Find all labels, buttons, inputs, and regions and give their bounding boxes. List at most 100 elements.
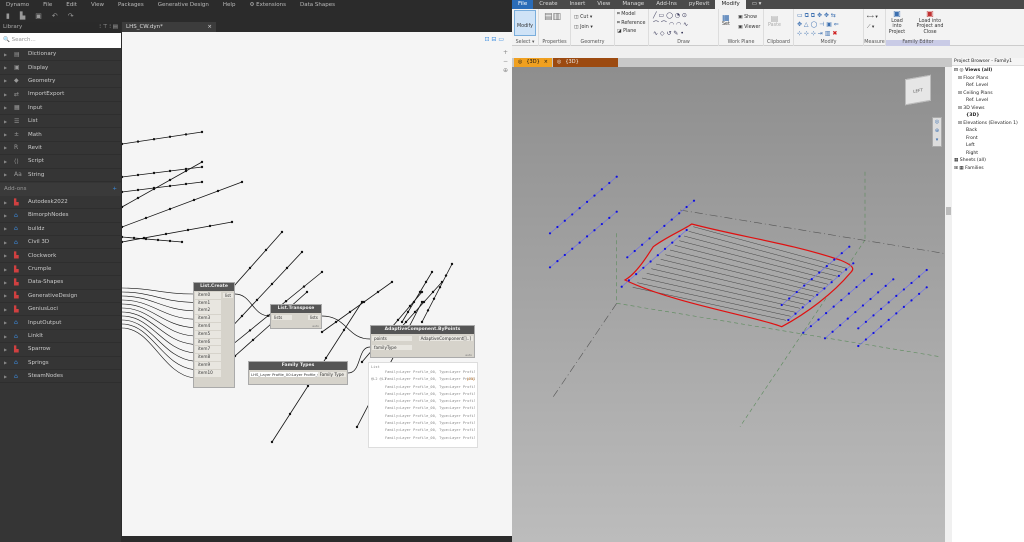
addon-package[interactable]: ▶ ▙ Autodesk2022 (0, 196, 121, 210)
addon-package[interactable]: ▶ ▙ Crumple (0, 263, 121, 277)
output-port[interactable]: Family Type (317, 372, 346, 377)
addon-package[interactable]: ▶ ⌂ Springs (0, 357, 121, 370)
modify-tools[interactable]: ▭ ⧉ ⧉ ✥ ✥ ⇆ ✥ △ ◯ ⊣ ▣ ⇐ ⊹ ⊹ ⊹ ⇥ ▥ ✖ (797, 11, 839, 38)
library-category[interactable]: ▶ ◆ Geometry (0, 75, 121, 89)
browser-item[interactable]: Left (954, 142, 1022, 150)
addon-package[interactable]: ▶ ⌂ buildz (0, 223, 121, 237)
navigation-bar[interactable]: ◎ ⊕ ▾ (932, 117, 942, 147)
input-port-points[interactable]: points (372, 336, 412, 341)
input-port[interactable]: item6 (195, 338, 221, 346)
zoom-out-icon[interactable]: − (503, 57, 508, 66)
ribbon-tab[interactable]: Insert (564, 0, 592, 9)
modify-button[interactable]: Modify (514, 10, 536, 36)
cut-button[interactable]: ◫ Cut ▾ (574, 15, 592, 20)
ribbon-tab[interactable]: View (591, 0, 616, 9)
node-adaptive-component-bypoints[interactable]: AdaptiveComponent.ByPoints points family… (370, 325, 475, 358)
browser-item[interactable]: ⊟ Floor Plans (954, 75, 1022, 83)
addon-package[interactable]: ▶ ▙ Data-Shapes (0, 276, 121, 290)
zoom-in-icon[interactable]: + (503, 48, 508, 57)
addon-package[interactable]: ▶ ⌂ SteamNodes (0, 370, 121, 384)
input-port[interactable]: item0 (195, 291, 221, 299)
view-toggle-icons[interactable]: ⊡ ⊟ ▭ (484, 36, 504, 43)
redo-icon[interactable]: ↷ (68, 12, 74, 20)
input-port[interactable]: item5 (195, 330, 221, 338)
menu-item[interactable]: Edit (60, 0, 85, 10)
browser-item[interactable]: ⊟ ◎ Views (all) (954, 67, 1022, 75)
node-list-transpose[interactable]: List.Transpose lists lists auto (270, 304, 322, 329)
plane-button[interactable]: ◪ Plane (617, 29, 636, 34)
menu-item[interactable]: Help (217, 0, 244, 10)
menu-item[interactable]: View (85, 0, 112, 10)
node-list-create[interactable]: List.Create item0 item1 item2 item3 item4 ite… (193, 282, 235, 388)
fit-view-icon[interactable]: ⊕ (503, 66, 508, 75)
library-category[interactable]: ▶ ▣ Display (0, 61, 121, 75)
menu-item[interactable]: Packages (112, 0, 152, 10)
ribbon-tab[interactable]: ▭ ▾ (746, 0, 768, 9)
addon-package[interactable]: ▶ ⌂ Civil 3D (0, 236, 121, 250)
addon-package[interactable]: ▶ ⌂ LinkIt (0, 330, 121, 344)
browser-item[interactable]: Ref. Level (954, 82, 1022, 90)
browser-item[interactable]: ⊞ ▦ Families (954, 165, 1022, 173)
viewport-scrollbar[interactable] (945, 67, 952, 542)
load-into-project-and-close-button[interactable]: ▣ Load into Project and Close (910, 10, 950, 35)
menu-item[interactable]: Data Shapes (294, 0, 343, 10)
close-icon[interactable]: × (544, 59, 548, 66)
menu-item[interactable]: ⚙ Extensions (243, 0, 294, 10)
paste-button[interactable]: ▤ Paste (768, 14, 781, 28)
new-file-icon[interactable]: ▮ (6, 12, 10, 20)
addon-package[interactable]: ▶ ▙ GeniusLoci (0, 303, 121, 317)
input-port[interactable]: item2 (195, 307, 221, 315)
addon-package[interactable]: ▶ ⌂ BimorphNodes (0, 209, 121, 223)
input-port[interactable]: item8 (195, 354, 221, 362)
3d-viewport[interactable]: LEFT ◎ ⊕ ▾ (512, 67, 945, 542)
input-port-familytype[interactable]: familyType (372, 345, 412, 350)
reference-line-button[interactable]: ⌗ Reference (617, 20, 645, 26)
browser-item[interactable]: ⊟ 3D Views (954, 105, 1022, 113)
browser-item[interactable]: ⊟ Ceiling Plans (954, 90, 1022, 98)
library-search-input[interactable]: 🔍 Search... (0, 33, 121, 48)
viewer-button[interactable]: ▣ Viewer (738, 25, 760, 30)
tab-workspace[interactable]: LHS_CW.dyn* × (122, 22, 216, 32)
ribbon-tab[interactable]: pyRevit (683, 0, 716, 9)
node-preview-bubble[interactable]: List Family=Layer Profile_00, Type=Layer… (368, 362, 478, 448)
input-port[interactable]: item1 (195, 299, 221, 307)
browser-item[interactable]: Right (954, 150, 1022, 158)
ribbon-tab[interactable]: Add-Ins (650, 0, 683, 9)
library-category[interactable]: ▶ R Revit (0, 142, 121, 156)
join-button[interactable]: ◫ Join ▾ (574, 25, 593, 30)
input-port[interactable]: item3 (195, 315, 221, 323)
set-button[interactable]: ▦ Set (722, 13, 730, 27)
view-tab-3d-active[interactable]: ◎ {3D} × (514, 58, 552, 67)
show-button[interactable]: ▣ Show (738, 15, 757, 20)
save-icon[interactable]: ▣ (35, 12, 42, 20)
browser-item[interactable]: {3D} (954, 112, 1022, 120)
input-port[interactable]: item9 (195, 361, 221, 369)
output-port[interactable]: list (222, 293, 233, 298)
library-category[interactable]: ▶ ⟨⟩ Script (0, 155, 121, 169)
ribbon-tab[interactable]: File (512, 0, 534, 9)
browser-item[interactable]: Ref. Level (954, 97, 1022, 105)
load-into-project-button[interactable]: ▣ Load into Project (886, 10, 908, 35)
output-port[interactable]: AdaptiveComponent[]..] (418, 336, 473, 341)
open-icon[interactable]: ▙ (20, 12, 25, 20)
addon-package[interactable]: ▶ ⌂ InputOutput (0, 316, 121, 330)
addon-package[interactable]: ▶ ▙ GenerativeDesign (0, 290, 121, 304)
node-family-types[interactable]: Family Types LHS_Layer Profile_00:Layer … (248, 361, 348, 385)
ribbon-tab[interactable]: Create (533, 0, 563, 9)
library-category[interactable]: ▶ ± Math (0, 128, 121, 142)
library-category[interactable]: ▶ ▤ Dictionary (0, 48, 121, 62)
library-category[interactable]: ▶ ▦ Input (0, 102, 121, 115)
input-port[interactable]: item7 (195, 346, 221, 354)
browser-item[interactable]: Back (954, 127, 1022, 135)
family-type-dropdown[interactable]: LHS_Layer Profile_00:Layer Profile_00 (250, 372, 322, 377)
input-port[interactable]: item4 (195, 323, 221, 330)
graph-canvas[interactable]: ⊡ ⊟ ▭ + − ⊕ List.Create item0 item1 item2 ite… (122, 32, 512, 536)
menu-item[interactable]: Generative Design (152, 0, 217, 10)
browser-item[interactable]: ▦ Sheets (all) (954, 157, 1022, 165)
ribbon-tab[interactable]: Modify (715, 0, 746, 9)
menu-item[interactable]: File (37, 0, 60, 10)
measure-tools[interactable]: ⟷ ▾ ⟋ ▾ (867, 13, 878, 33)
ribbon-tab[interactable]: Manage (616, 0, 650, 9)
add-icon[interactable]: + (112, 186, 117, 193)
draw-tools[interactable]: ╱ ▭ ◯ ◔ ⊙ ⌒ ⌒ ◠ ◠ ∿ ∿ ◇ ↺ ✎ • (653, 11, 688, 38)
